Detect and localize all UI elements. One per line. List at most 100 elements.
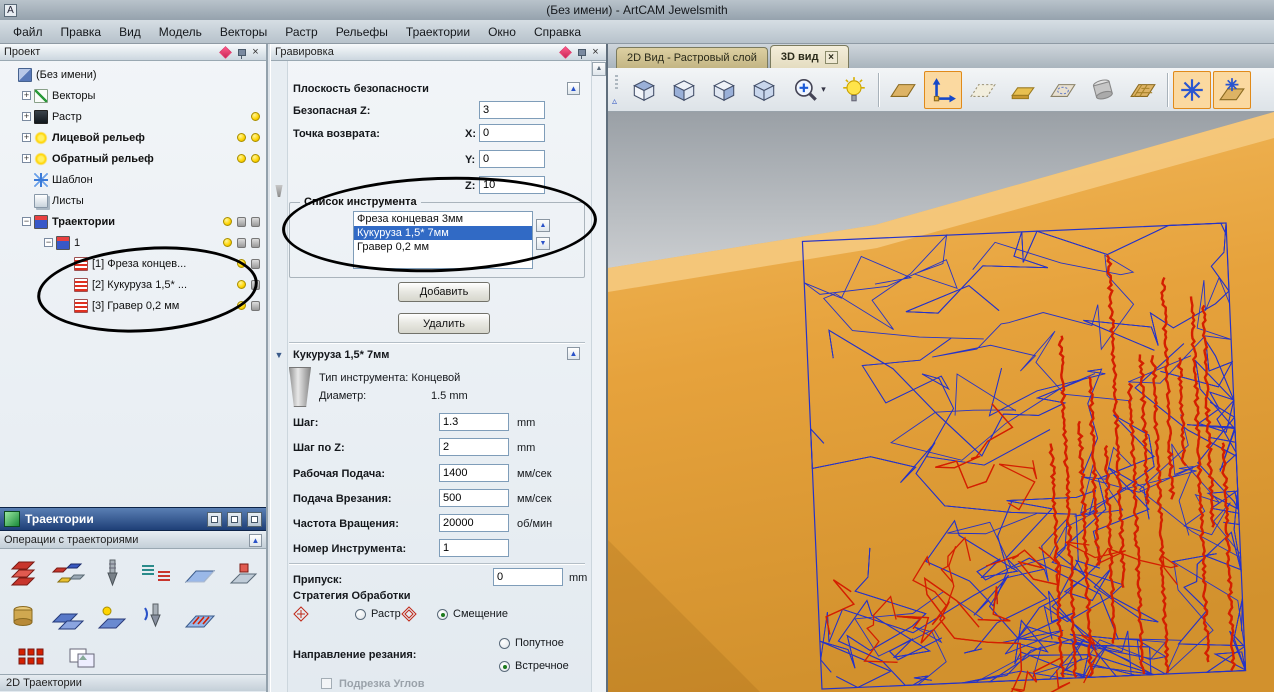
visibility-bulb-icon[interactable] [237,133,246,142]
simulate-icon[interactable] [251,279,260,290]
tree-item-toolpath-group-1[interactable]: 1 [0,232,266,253]
expander-icon[interactable] [22,133,31,142]
simulate-icon[interactable] [237,216,246,227]
spindle-speed-input[interactable] [439,514,509,532]
pin-icon[interactable] [574,46,587,59]
close-icon[interactable] [249,46,262,59]
toolbar-overflow-icon[interactable] [610,70,623,109]
return-z-input[interactable] [479,176,545,194]
menu-toolpaths[interactable]: Траектории [397,21,479,43]
view-iso1-icon[interactable] [625,71,663,109]
visibility-bulb-icon[interactable] [251,133,260,142]
direction-climb-radio[interactable] [499,638,510,649]
strategy-offset-radio[interactable] [437,609,448,620]
zoom-tool-icon[interactable] [785,71,833,109]
return-y-input[interactable] [479,150,545,168]
tab-close-icon[interactable] [824,50,838,64]
dotted-plane-icon[interactable] [1044,71,1082,109]
title-bar[interactable]: (Без имени) - ArtCAM Jewelsmith [0,0,1274,20]
tree-item-vectors[interactable]: Векторы [0,85,266,106]
viewport-3d[interactable] [608,112,1274,692]
expander-icon[interactable] [22,154,31,163]
simulate-icon[interactable] [237,237,246,248]
direction-conventional-radio[interactable] [499,661,510,672]
menu-help[interactable]: Справка [525,21,590,43]
tab-3d-view[interactable]: 3D вид [769,45,849,68]
operation-zigzag-icon[interactable] [181,599,219,635]
tool-list-item[interactable]: Фреза концевая 3мм [354,212,532,226]
tool-number-input[interactable] [439,539,509,557]
tool-list-item[interactable]: Гравер 0,2 мм [354,240,532,254]
operation-multi-sheet-icon[interactable] [49,555,87,591]
menu-model[interactable]: Модель [150,21,211,43]
collapse-section-icon[interactable] [567,82,580,95]
collapse-section-icon[interactable] [249,533,262,547]
brush-icon[interactable] [559,45,572,59]
sketch-plane-icon[interactable] [964,71,1002,109]
tree-item-toolpath-1[interactable]: [1] Фреза концев... [0,253,266,274]
tree-item-model[interactable]: (Без имени) [0,64,266,85]
relief-plane-icon[interactable] [884,71,922,109]
add-tool-button[interactable]: Добавить [398,282,490,302]
scroll-up-icon[interactable] [592,62,606,76]
visibility-bulb-icon[interactable] [237,154,246,163]
operation-grid-icon[interactable] [12,641,50,677]
menu-vectors[interactable]: Векторы [211,21,276,43]
tree-item-raster[interactable]: Растр [0,106,266,127]
pin-icon[interactable] [234,46,247,59]
visibility-bulb-icon[interactable] [223,238,232,247]
return-x-input[interactable] [479,124,545,142]
remove-tool-button[interactable]: Удалить [398,313,490,334]
toolpaths-2d-bar[interactable]: 2D Траектории [0,674,266,691]
menu-reliefs[interactable]: Рельефы [327,21,397,43]
toolpath-new-button[interactable] [207,511,222,527]
snowflake-plane-icon[interactable] [1213,70,1251,109]
toggle-light-icon[interactable] [835,71,873,109]
expander-icon[interactable] [22,217,31,226]
view-iso2-icon[interactable] [665,71,703,109]
tree-item-toolpaths[interactable]: Траектории [0,211,266,232]
stepdown-input[interactable] [439,438,509,456]
tree-item-template[interactable]: Шаблон [0,169,266,190]
lattice-plane-icon[interactable] [1124,71,1162,109]
gold-bar-icon[interactable] [1004,71,1042,109]
operation-raster-roughing-icon[interactable] [5,555,43,591]
tab-2d-view[interactable]: 2D Вид - Растровый слой [616,47,768,68]
operation-engrave-icon[interactable] [137,599,175,635]
menu-view[interactable]: Вид [110,21,150,43]
allowance-input[interactable] [493,568,563,586]
tree-item-front-relief[interactable]: Лицевой рельеф [0,127,266,148]
tool-move-down-icon[interactable] [536,237,550,250]
safe-z-input[interactable] [479,101,545,119]
simulate-icon[interactable] [251,258,260,269]
visibility-bulb-icon[interactable] [251,154,260,163]
operation-row-machining-icon[interactable] [137,555,175,591]
close-icon[interactable] [589,46,602,59]
snowflake-icon[interactable] [1173,70,1211,109]
strategy-raster-radio[interactable] [355,609,366,620]
tree-item-back-relief[interactable]: Обратный рельеф [0,148,266,169]
operation-profile-icon[interactable] [225,555,263,591]
expander-icon[interactable] [44,238,53,247]
expander-icon[interactable] [22,112,31,121]
plunge-rate-input[interactable] [439,489,509,507]
visibility-bulb-icon[interactable] [223,217,232,226]
axis-origin-icon[interactable] [924,70,962,109]
visibility-bulb-icon[interactable] [237,259,246,268]
cylinder-icon[interactable] [1084,71,1122,109]
simulate-icon[interactable] [251,237,260,248]
operation-area-clear-icon[interactable] [181,555,219,591]
tree-item-toolpath-3[interactable]: [3] Гравер 0,2 мм [0,295,266,316]
brush-icon[interactable] [219,45,232,59]
panel-scrollbar[interactable] [591,61,606,692]
view-iso4-icon[interactable] [745,71,783,109]
menu-raster[interactable]: Растр [276,21,326,43]
visibility-bulb-icon[interactable] [237,301,246,310]
operation-drill-icon[interactable] [93,555,131,591]
tree-item-sheets[interactable]: Листы [0,190,266,211]
operation-preview-icon[interactable] [64,641,102,677]
jump-section-icon[interactable] [273,349,285,361]
visibility-bulb-icon[interactable] [251,112,260,121]
tool-list-item-selected[interactable]: Кукуруза 1,5* 7мм [354,226,532,240]
expander-icon[interactable] [22,91,31,100]
